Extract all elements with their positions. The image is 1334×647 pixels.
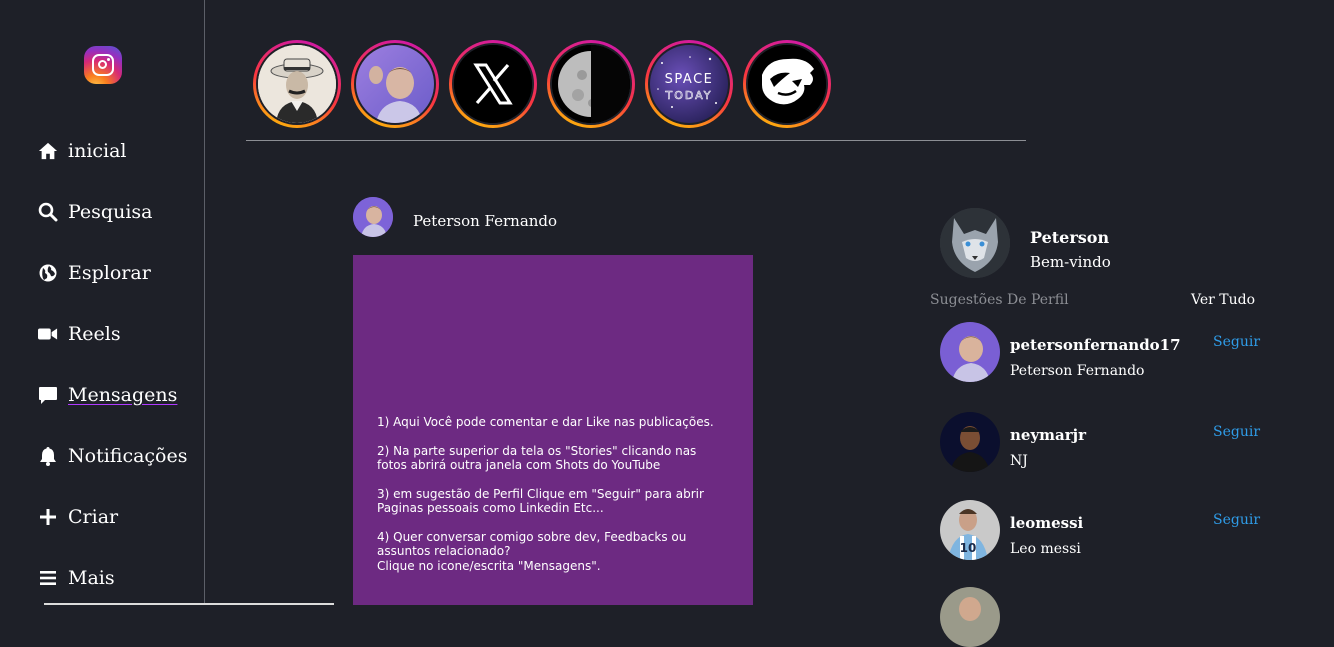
video-camera-icon <box>38 324 58 344</box>
post-line: 2) Na parte superior da tela os "Stories… <box>377 443 697 473</box>
story-furia-panther[interactable] <box>743 40 831 128</box>
profile-avatar[interactable] <box>940 208 1010 278</box>
home-icon <box>38 141 58 161</box>
suggestion-avatar[interactable]: 10 <box>940 500 1000 560</box>
bell-icon <box>38 446 58 466</box>
menu-icon <box>38 568 58 588</box>
sidebar: inicial Pesquisa Esplorar Reels Mensagen… <box>0 0 205 605</box>
follow-button[interactable]: Seguir <box>1213 334 1260 350</box>
post-image[interactable]: 1) Aqui Você pode comentar e dar Like na… <box>353 255 753 605</box>
plus-icon <box>38 507 58 527</box>
suggestion-username[interactable]: petersonfernando17 <box>1010 336 1181 354</box>
profile-greeting: Bem-vindo <box>1030 253 1111 271</box>
svg-text:10: 10 <box>960 541 977 555</box>
suggestion-avatar[interactable] <box>940 322 1000 382</box>
suggestion-avatar[interactable] <box>940 587 1000 647</box>
suggestion-username[interactable]: neymarjr <box>1010 426 1086 444</box>
story-vintage-portrait[interactable] <box>253 40 341 128</box>
suggestions-title: Sugestões De Perfil <box>930 292 1069 308</box>
post-line: 1) Aqui Você pode comentar e dar Like na… <box>377 415 714 429</box>
suggestion-name: Leo messi <box>1010 541 1081 557</box>
story-x-logo[interactable] <box>449 40 537 128</box>
follow-button[interactable]: Seguir <box>1213 424 1260 440</box>
svg-text:SPACE: SPACE <box>665 72 714 87</box>
suggestion-username[interactable]: leomessi <box>1010 514 1083 532</box>
suggestion-avatar[interactable] <box>940 412 1000 472</box>
suggestion-name: Peterson Fernando <box>1010 363 1145 379</box>
sidebar-item-pesquisa[interactable]: Pesquisa <box>38 197 152 227</box>
sidebar-item-label: Esplorar <box>68 262 151 284</box>
search-icon <box>38 202 58 222</box>
sidebar-item-label: Pesquisa <box>68 201 153 223</box>
sidebar-item-label: Mensagens <box>68 384 178 406</box>
post-line: Clique no icone/escrita "Mensagens". <box>377 558 601 573</box>
see-all-link[interactable]: Ver Tudo <box>1191 292 1255 308</box>
story-peterson-selfie[interactable] <box>351 40 439 128</box>
post-instructions: 1) Aqui Você pode comentar e dar Like na… <box>377 415 727 587</box>
sidebar-item-label: Mais <box>68 567 115 589</box>
suggestion-name: NJ <box>1010 453 1028 469</box>
post-author-name[interactable]: Peterson Fernando <box>413 212 557 230</box>
post-line: 4) Quer conversar comigo sobre dev, Feed… <box>377 529 687 559</box>
story-moon[interactable] <box>547 40 635 128</box>
sidebar-item-label: inicial <box>68 140 127 162</box>
sidebar-item-criar[interactable]: Criar <box>38 502 118 532</box>
sidebar-item-reels[interactable]: Reels <box>38 319 121 349</box>
sidebar-item-mensagens[interactable]: Mensagens <box>38 380 177 410</box>
stories-divider <box>246 140 1026 141</box>
sidebar-item-label: Reels <box>68 323 121 345</box>
post-line: 3) em sugestão de Perfil Clique em "Segu… <box>377 486 704 516</box>
sidebar-item-esplorar[interactable]: Esplorar <box>38 258 151 288</box>
profile-name[interactable]: Peterson <box>1030 228 1109 247</box>
svg-text:TODAY: TODAY <box>664 89 712 102</box>
sidebar-item-notificacoes[interactable]: Notificações <box>38 441 188 471</box>
sidebar-item-label: Criar <box>68 506 119 528</box>
story-space-today[interactable]: SPACE TODAY <box>645 40 733 128</box>
follow-button[interactable]: Seguir <box>1213 512 1260 528</box>
sidebar-item-label: Notificações <box>68 445 188 467</box>
globe-icon <box>38 263 58 283</box>
post-author-avatar[interactable] <box>353 197 393 237</box>
message-icon <box>38 385 58 405</box>
sidebar-item-mais[interactable]: Mais <box>38 563 115 593</box>
sidebar-item-inicial[interactable]: inicial <box>38 136 127 166</box>
instagram-logo-icon[interactable] <box>84 46 122 84</box>
